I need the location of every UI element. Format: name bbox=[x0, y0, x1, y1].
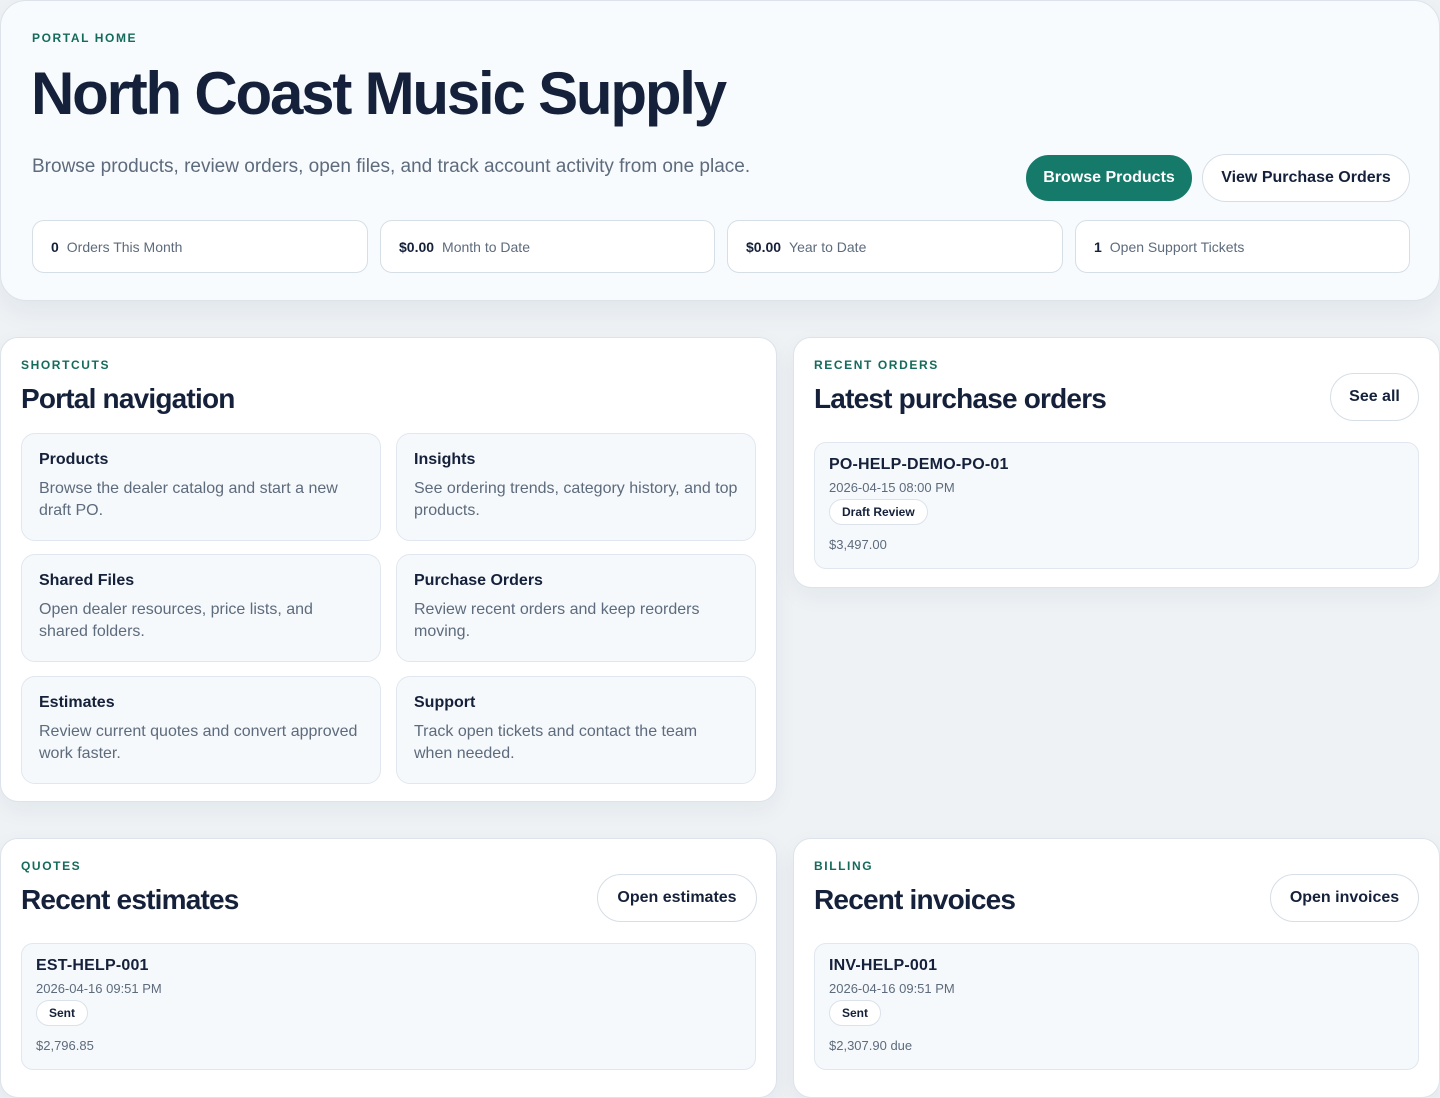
shortcut-title: Insights bbox=[414, 451, 476, 468]
shortcut-description: Review current quotes and convert approv… bbox=[39, 723, 358, 762]
shortcuts-panel: SHORTCUTS Portal navigation Products Bro… bbox=[0, 337, 777, 802]
order-date: 2026-04-15 08:00 PM bbox=[829, 480, 955, 495]
estimate-id: EST-HELP-001 bbox=[36, 957, 149, 974]
billing-title: Recent invoices bbox=[814, 884, 1016, 915]
stat-label: Orders This Month bbox=[66, 238, 183, 255]
invoice-id: INV-HELP-001 bbox=[829, 957, 938, 974]
stat-orders-this-month: 0 Orders This Month bbox=[32, 220, 368, 273]
portal-hero: PORTAL HOME North Coast Music Supply Bro… bbox=[0, 0, 1440, 301]
shortcuts-eyebrow: SHORTCUTS bbox=[21, 358, 111, 372]
invoice-card[interactable]: INV-HELP-001 2026-04-16 09:51 PM Sent $2… bbox=[814, 943, 1419, 1070]
quotes-panel: QUOTES Recent estimates Open estimates E… bbox=[0, 838, 777, 1098]
shortcut-title: Shared Files bbox=[39, 572, 135, 589]
billing-eyebrow: BILLING bbox=[814, 859, 874, 873]
order-id: PO-HELP-DEMO-PO-01 bbox=[829, 456, 1009, 473]
page-subtitle: Browse products, review orders, open fil… bbox=[32, 156, 751, 177]
open-invoices-button[interactable]: Open invoices bbox=[1270, 874, 1419, 922]
shortcut-estimates[interactable]: Estimates Review current quotes and conv… bbox=[21, 676, 381, 784]
stat-value: 0 bbox=[51, 238, 59, 255]
stat-open-support-tickets: 1 Open Support Tickets bbox=[1075, 220, 1410, 273]
status-badge: Draft Review bbox=[829, 499, 928, 525]
invoice-date: 2026-04-16 09:51 PM bbox=[829, 981, 955, 996]
shortcut-purchase-orders[interactable]: Purchase Orders Review recent orders and… bbox=[396, 554, 756, 662]
recent-orders-panel: RECENT ORDERS Latest purchase orders See… bbox=[793, 337, 1440, 588]
recent-orders-title: Latest purchase orders bbox=[814, 383, 1107, 414]
shortcut-description: Open dealer resources, price lists, and … bbox=[39, 601, 313, 640]
shortcut-shared-files[interactable]: Shared Files Open dealer resources, pric… bbox=[21, 554, 381, 662]
quotes-eyebrow: QUOTES bbox=[21, 859, 82, 873]
quotes-title: Recent estimates bbox=[21, 884, 239, 915]
status-badge: Sent bbox=[829, 1000, 882, 1026]
stat-year-to-date: $0.00 Year to Date bbox=[727, 220, 1063, 273]
stat-label: Month to Date bbox=[442, 238, 530, 255]
billing-panel: BILLING Recent invoices Open invoices IN… bbox=[793, 838, 1440, 1098]
status-badge: Sent bbox=[36, 1000, 89, 1026]
order-amount: $3,497.00 bbox=[829, 537, 887, 552]
stat-value: $0.00 bbox=[746, 238, 782, 255]
shortcut-description: Review recent orders and keep reorders m… bbox=[414, 601, 700, 640]
recent-orders-eyebrow: RECENT ORDERS bbox=[814, 358, 939, 372]
stat-label: Year to Date bbox=[789, 238, 867, 255]
stat-month-to-date: $0.00 Month to Date bbox=[380, 220, 715, 273]
shortcut-products[interactable]: Products Browse the dealer catalog and s… bbox=[21, 433, 381, 541]
view-purchase-orders-button[interactable]: View Purchase Orders bbox=[1202, 154, 1410, 202]
invoice-amount: $2,307.90 due bbox=[829, 1038, 913, 1053]
shortcut-title: Support bbox=[414, 694, 476, 711]
order-card[interactable]: PO-HELP-DEMO-PO-01 2026-04-15 08:00 PM D… bbox=[814, 442, 1419, 569]
page-title: North Coast Music Supply bbox=[31, 60, 727, 127]
stat-value: 1 bbox=[1094, 238, 1102, 255]
open-estimates-button[interactable]: Open estimates bbox=[597, 874, 757, 922]
shortcut-description: Browse the dealer catalog and start a ne… bbox=[39, 480, 338, 519]
shortcut-insights[interactable]: Insights See ordering trends, category h… bbox=[396, 433, 756, 541]
shortcuts-title: Portal navigation bbox=[21, 383, 235, 414]
stat-value: $0.00 bbox=[399, 238, 435, 255]
estimate-date: 2026-04-16 09:51 PM bbox=[36, 981, 162, 996]
hero-eyebrow: PORTAL HOME bbox=[32, 31, 138, 45]
shortcut-support[interactable]: Support Track open tickets and contact t… bbox=[396, 676, 756, 784]
shortcut-description: See ordering trends, category history, a… bbox=[414, 480, 738, 519]
shortcut-title: Products bbox=[39, 451, 109, 468]
estimate-amount: $2,796.85 bbox=[36, 1038, 94, 1053]
shortcut-description: Track open tickets and contact the team … bbox=[414, 723, 698, 762]
see-all-orders-button[interactable]: See all bbox=[1330, 373, 1419, 421]
estimate-card[interactable]: EST-HELP-001 2026-04-16 09:51 PM Sent $2… bbox=[21, 943, 756, 1070]
stat-label: Open Support Tickets bbox=[1109, 238, 1245, 255]
shortcut-title: Estimates bbox=[39, 694, 115, 711]
browse-products-button[interactable]: Browse Products bbox=[1026, 155, 1192, 201]
shortcut-title: Purchase Orders bbox=[414, 572, 543, 589]
